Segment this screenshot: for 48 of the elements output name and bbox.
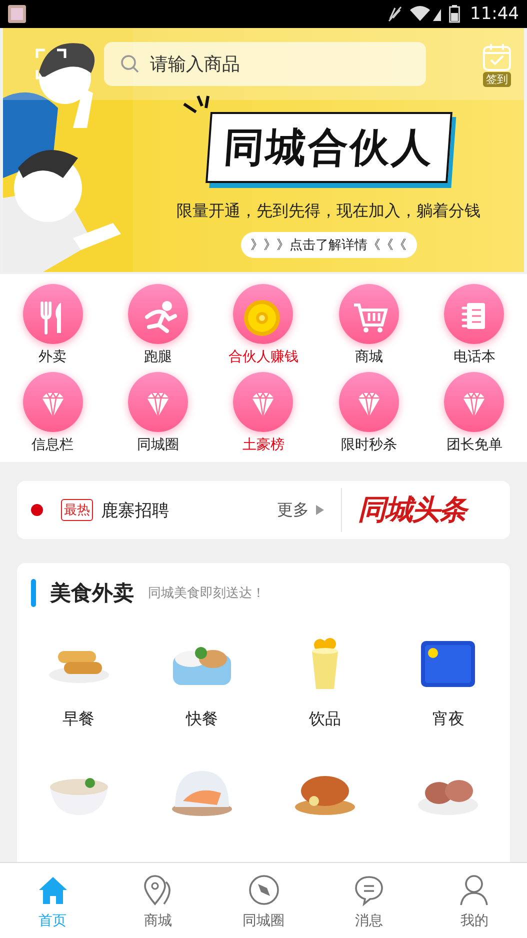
checkin-button[interactable]: 签到 xyxy=(482,42,512,86)
scan-icon[interactable] xyxy=(33,46,69,82)
search-field[interactable]: 请输入商品 xyxy=(104,42,426,86)
section-subtitle: 同城美食即刻送达！ xyxy=(148,585,265,602)
status-time: 11:44 xyxy=(470,4,519,24)
tab[interactable]: 同城圈 xyxy=(210,863,316,938)
menu-icon[interactable] xyxy=(22,284,83,344)
bullet-dot xyxy=(31,504,43,516)
signal-icon xyxy=(409,5,443,23)
app-notification-icon xyxy=(8,5,26,23)
food-category[interactable]: 早餐 xyxy=(62,709,95,730)
accent-bar xyxy=(31,579,36,607)
details-button[interactable]: 》》》点击了解详情《《《 xyxy=(240,232,416,258)
tab[interactable]: 商城 xyxy=(105,863,211,938)
menu-label[interactable]: 信息栏 xyxy=(32,436,74,454)
food-category[interactable]: 饮品 xyxy=(309,709,342,730)
menu-icon[interactable] xyxy=(22,372,83,432)
calendar-icon xyxy=(482,42,512,72)
menu-label[interactable]: 限时秒杀 xyxy=(340,436,397,454)
menu-label[interactable]: 合伙人赚钱 xyxy=(228,348,298,366)
food-category[interactable]: 宵夜 xyxy=(432,709,464,730)
menu-icon[interactable] xyxy=(233,284,294,344)
battery-icon xyxy=(449,5,460,23)
mute-icon xyxy=(387,5,403,23)
search-icon xyxy=(120,54,140,74)
menu-icon[interactable] xyxy=(444,372,504,432)
banner-subtitle: 限量开通，先到先得，现在加入，躺着分钱 xyxy=(176,201,480,222)
menu-label[interactable]: 同城圈 xyxy=(137,436,180,454)
hot-tag: 最热 xyxy=(61,499,93,521)
menu-icon[interactable] xyxy=(128,372,188,432)
menu-icon[interactable] xyxy=(338,284,399,344)
news-headline[interactable]: 鹿寨招聘 xyxy=(101,498,269,522)
menu-label[interactable]: 商城 xyxy=(354,348,383,366)
menu-icon[interactable] xyxy=(128,284,188,344)
more-link[interactable]: 更多 xyxy=(277,500,325,520)
play-arrow-icon xyxy=(315,504,325,516)
menu-label[interactable]: 团长免单 xyxy=(446,436,502,454)
menu-label[interactable]: 土豪榜 xyxy=(242,436,284,454)
menu-icon[interactable] xyxy=(233,372,294,432)
section-title: 美食外卖 xyxy=(50,580,134,607)
menu-label[interactable]: 跑腿 xyxy=(144,348,172,366)
tab[interactable]: 消息 xyxy=(316,863,422,938)
menu-label[interactable]: 电话本 xyxy=(453,348,496,366)
menu-icon[interactable] xyxy=(338,372,399,432)
tab[interactable]: 我的 xyxy=(422,863,527,938)
food-category[interactable]: 快餐 xyxy=(186,709,218,730)
menu-label[interactable]: 外卖 xyxy=(38,348,67,366)
menu-icon[interactable] xyxy=(444,284,504,344)
